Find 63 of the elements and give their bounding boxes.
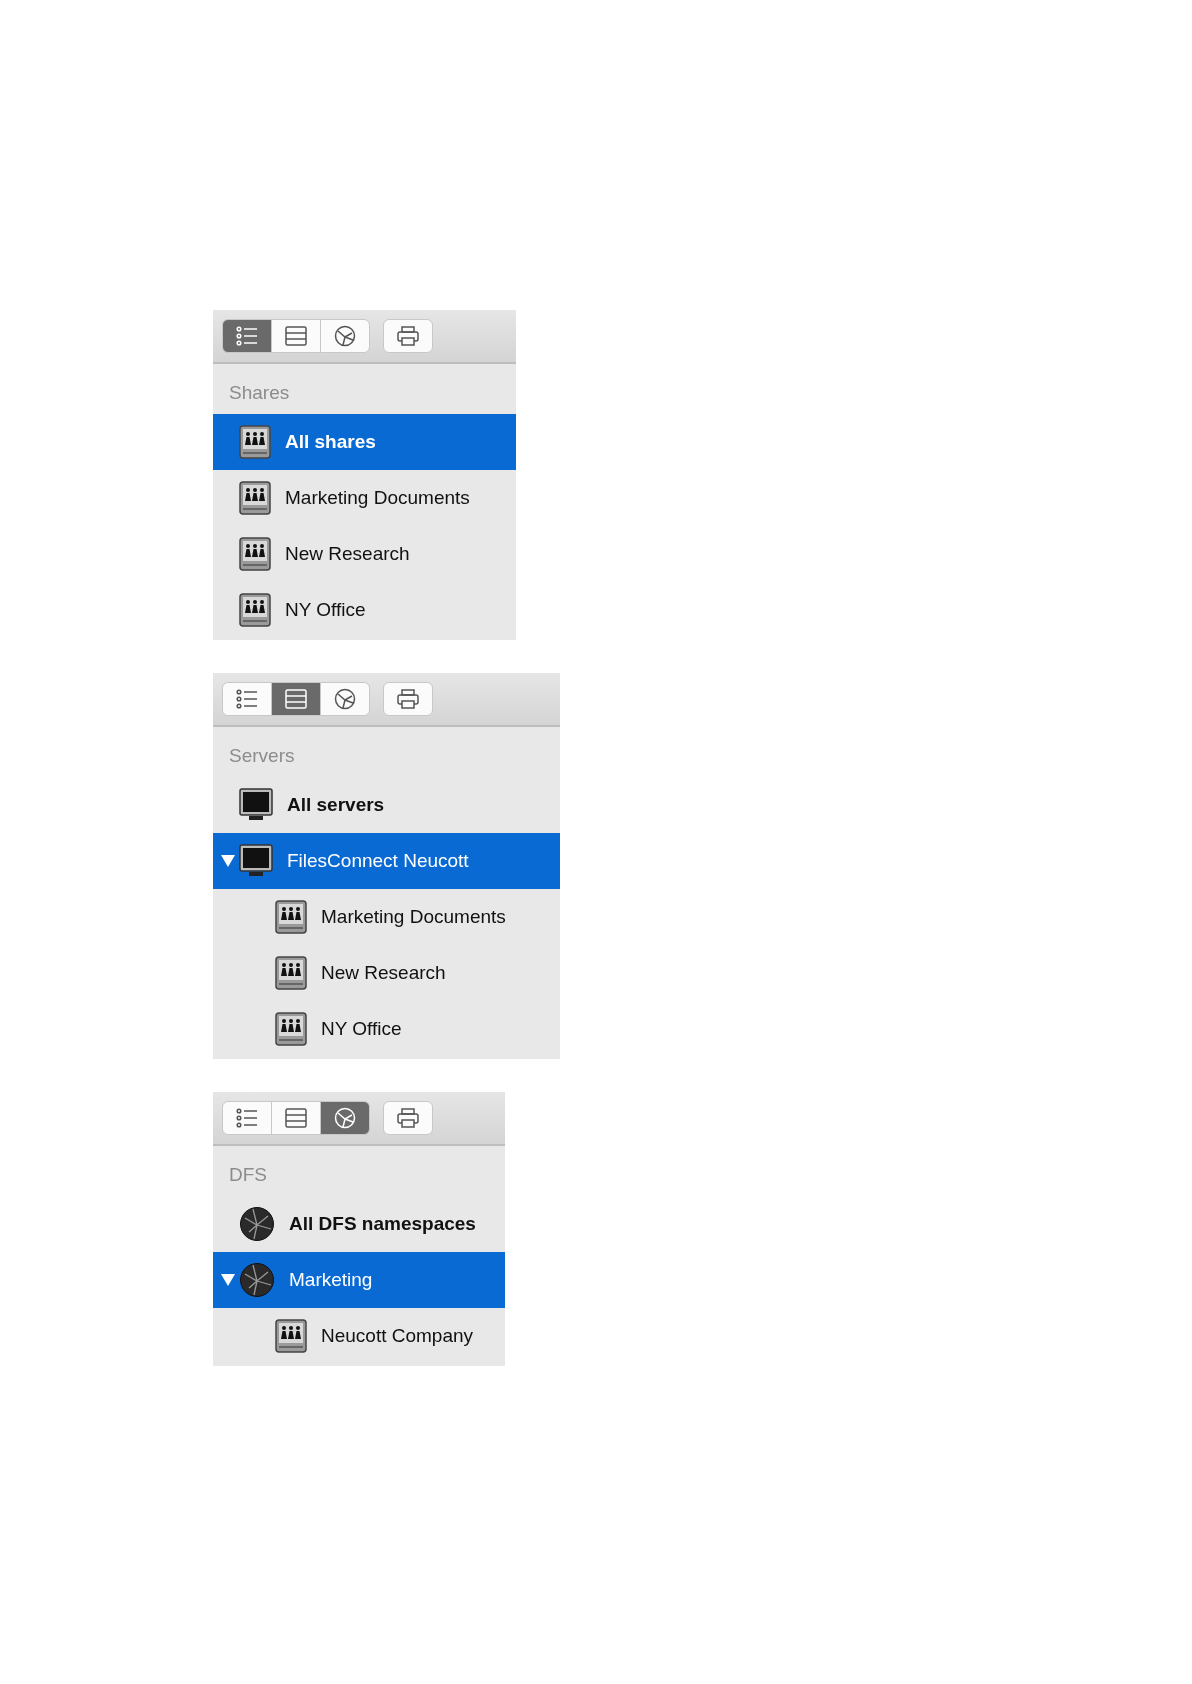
monitor-icon (239, 788, 273, 822)
shared-drive-icon (239, 425, 271, 459)
sidebar-item[interactable]: New Research (213, 945, 560, 1001)
sidebar-item[interactable]: FilesConnect Neucott (213, 833, 560, 889)
item-label: Marketing Documents (321, 906, 506, 928)
sidebar-item[interactable]: Marketing Documents (213, 889, 560, 945)
item-label: NY Office (285, 599, 366, 621)
shared-drive-icon (239, 481, 271, 515)
shared-drive-icon (275, 1319, 307, 1353)
printer-icon (397, 1108, 419, 1128)
monitor-icon (239, 844, 273, 878)
item-label: New Research (321, 962, 446, 984)
section-header: DFS (228, 1163, 268, 1187)
server-rack-icon (285, 689, 307, 709)
item-label: FilesConnect Neucott (287, 850, 469, 872)
print-button[interactable] (383, 682, 433, 716)
list-icon (236, 1108, 258, 1128)
item-label: NY Office (321, 1018, 402, 1040)
server-rack-icon (285, 326, 307, 346)
sidebar-item[interactable]: NY Office (213, 582, 516, 638)
shared-drive-icon (275, 1012, 307, 1046)
view-toggle-button[interactable] (320, 319, 370, 353)
view-toggle-button[interactable] (320, 1101, 370, 1135)
section-header: Shares (228, 381, 291, 405)
list-icon (236, 689, 258, 709)
network-globe-icon (239, 1206, 275, 1242)
view-toggle-button[interactable] (222, 319, 272, 353)
item-label: Neucott Company (321, 1325, 474, 1347)
sidebar-item[interactable]: All servers (213, 777, 560, 833)
sidebar-item[interactable]: New Research (213, 526, 516, 582)
shared-drive-icon (239, 593, 271, 627)
server-rack-icon (285, 1108, 307, 1128)
sidebar-item[interactable]: All DFS namespaces (213, 1196, 505, 1252)
list-icon (236, 326, 258, 346)
printer-icon (397, 689, 419, 709)
print-button[interactable] (383, 1101, 433, 1135)
sidebar-item[interactable]: All shares (213, 414, 516, 470)
printer-icon (397, 326, 419, 346)
view-toggle-button[interactable] (271, 682, 321, 716)
sidebar-item[interactable]: Marketing Documents (213, 470, 516, 526)
shared-drive-icon (239, 537, 271, 571)
item-label: All DFS namespaces (289, 1213, 476, 1235)
network-globe-icon (334, 1107, 356, 1129)
item-label: New Research (285, 543, 410, 565)
view-toggle-button[interactable] (271, 1101, 321, 1135)
print-button[interactable] (383, 319, 433, 353)
shared-drive-icon (275, 956, 307, 990)
view-toggle-button[interactable] (271, 319, 321, 353)
sidebar-item[interactable]: Marketing (213, 1252, 505, 1308)
sidebar-item[interactable]: NY Office (213, 1001, 560, 1057)
network-globe-icon (239, 1262, 275, 1298)
view-toggle-button[interactable] (320, 682, 370, 716)
section-header: Servers (228, 744, 296, 768)
item-label: All servers (287, 794, 385, 816)
network-globe-icon (334, 325, 356, 347)
sidebar-item[interactable]: Neucott Company (213, 1308, 505, 1364)
shared-drive-icon (275, 900, 307, 934)
item-label: All shares (285, 431, 376, 453)
network-globe-icon (334, 688, 356, 710)
item-label: Marketing (289, 1269, 373, 1291)
view-toggle-button[interactable] (222, 682, 272, 716)
view-toggle-button[interactable] (222, 1101, 272, 1135)
item-label: Marketing Documents (285, 487, 470, 509)
